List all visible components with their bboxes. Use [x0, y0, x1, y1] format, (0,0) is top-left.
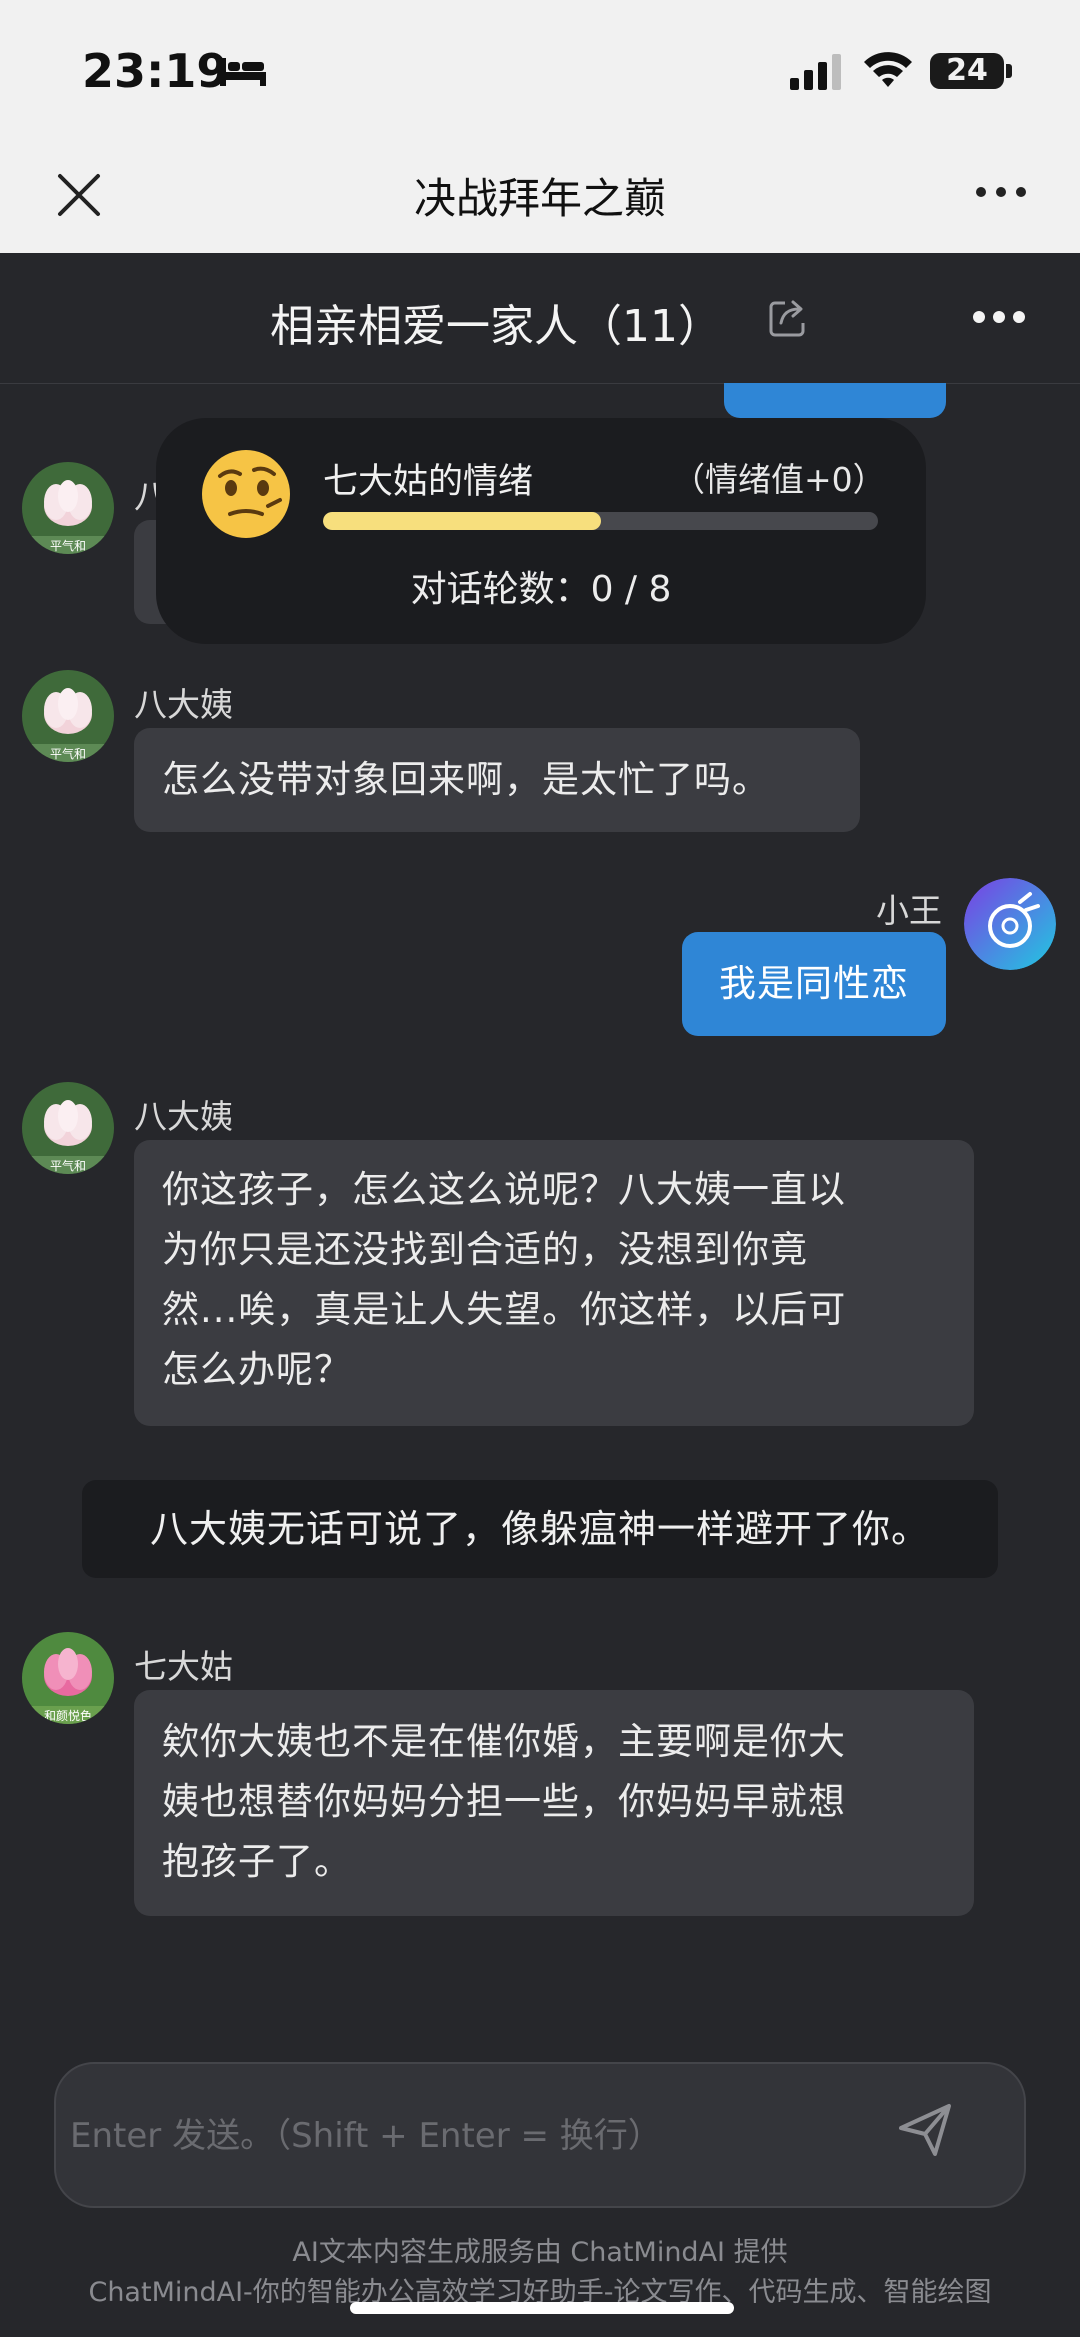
- previous-message-bubble: [724, 383, 946, 418]
- message-line: 你这孩子，怎么这么说呢？八大姨一直以: [162, 1168, 846, 1211]
- conversation-rounds: 对话轮数：0 / 8: [410, 569, 672, 610]
- svg-text:平气和: 平气和: [50, 746, 86, 761]
- avatar: 平气和: [22, 1082, 114, 1174]
- my-message-bubble: 我是同性恋: [682, 932, 946, 1036]
- message-line: 姨也想替你妈妈分担一些，你妈妈早就想: [162, 1780, 846, 1823]
- cellular-signal-icon: [790, 54, 841, 90]
- share-icon[interactable]: [767, 295, 811, 339]
- battery-indicator: 24: [930, 53, 1004, 89]
- user-avatar: [964, 878, 1056, 970]
- avatar: 和颜悦色: [22, 1632, 114, 1724]
- sender-name: 七大姑: [134, 1647, 233, 1686]
- avatar: 平气和: [22, 462, 114, 554]
- system-message: 八大姨无话可说了，像躲瘟神一样避开了你。: [82, 1480, 998, 1578]
- message-line: 抱孩子了。: [162, 1840, 352, 1883]
- page-title: 决战拜年之巅: [413, 174, 666, 223]
- home-indicator: [350, 2302, 734, 2314]
- battery-cap: [1006, 64, 1012, 78]
- sleep-mode-icon: [220, 58, 266, 86]
- more-options-icon[interactable]: [975, 186, 1027, 198]
- svg-text:平气和: 平气和: [50, 1158, 86, 1173]
- chat-more-icon[interactable]: [972, 310, 1026, 324]
- message-input[interactable]: [68, 2110, 872, 2162]
- emotion-name: 七大姑的情绪: [323, 462, 534, 502]
- svg-text:和颜悦色: 和颜悦色: [44, 1708, 92, 1723]
- skeptical-face-icon: [202, 450, 290, 538]
- emotion-value: （情绪值+0）: [672, 460, 886, 499]
- footer-provider: AI文本内容生成服务由 ChatMindAI 提供: [292, 2237, 788, 2268]
- send-icon[interactable]: [895, 2100, 955, 2160]
- message-bubble: 怎么没带对象回来啊，是太忙了吗。: [134, 728, 860, 832]
- sender-name: 八大姨: [134, 1097, 233, 1136]
- message-line: 欸你大姨也不是在催你婚，主要啊是你大: [162, 1720, 846, 1763]
- status-time: 23:19: [82, 44, 229, 98]
- emotion-progress-bar: [323, 512, 878, 530]
- message-bubble: 欸你大姨也不是在催你婚，主要啊是你大 姨也想替你妈妈分担一些，你妈妈早就想 抱孩…: [134, 1690, 974, 1916]
- sender-name: 小王: [876, 891, 942, 930]
- avatar: 平气和: [22, 670, 114, 762]
- message-line: 怎么办呢？: [162, 1348, 352, 1391]
- message-bubble: 你这孩子，怎么这么说呢？八大姨一直以 为你只是还没找到合适的，没想到你竟 然..…: [134, 1140, 974, 1426]
- svg-text:平气和: 平气和: [50, 538, 86, 553]
- emotion-progress-fill: [323, 512, 601, 530]
- message-line: 然...唉，真是让人失望。你这样，以后可: [162, 1288, 847, 1331]
- wifi-icon: [864, 52, 912, 87]
- group-title: 相亲相爱一家人（11）: [270, 301, 722, 352]
- sender-name: 八大姨: [134, 685, 233, 724]
- message-line: 为你只是还没找到合适的，没想到你竟: [162, 1228, 808, 1271]
